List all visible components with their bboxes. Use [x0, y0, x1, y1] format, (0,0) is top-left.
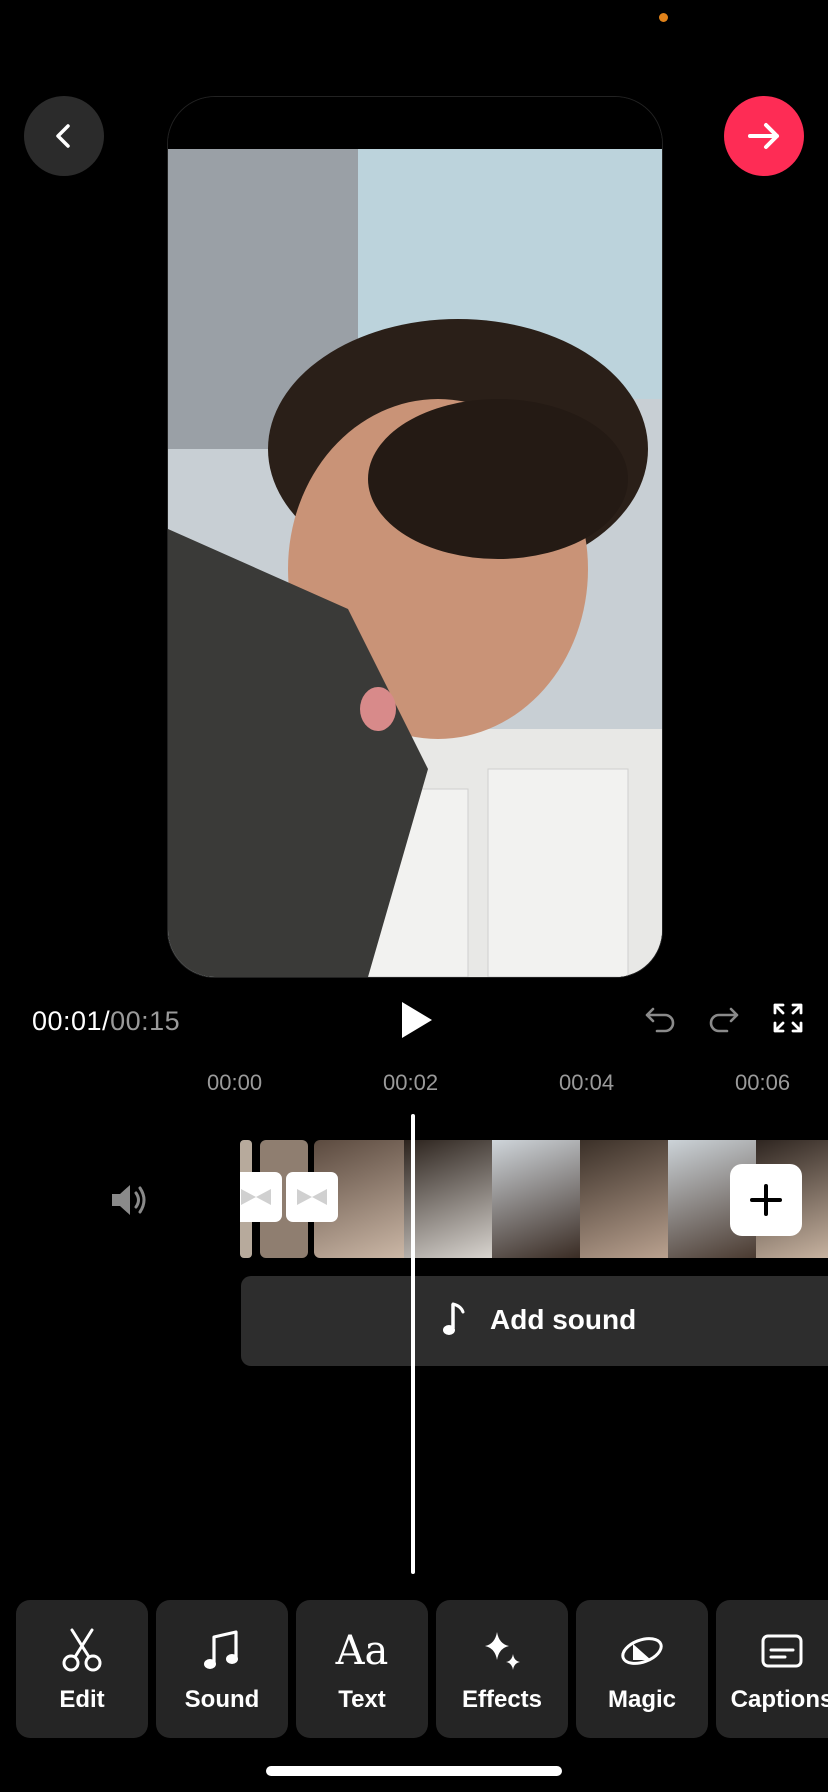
ruler-tick: 00:04 [559, 1070, 615, 1095]
tool-edit[interactable]: Edit [16, 1600, 148, 1738]
video-preview[interactable] [167, 96, 663, 978]
plus-icon [750, 1184, 782, 1216]
undo-button[interactable] [640, 998, 680, 1038]
sparkles-icon [485, 1632, 520, 1670]
ruler-tick: 00:00 [207, 1070, 263, 1095]
add-clip-button[interactable] [730, 1164, 802, 1236]
tool-label: Magic [607, 1686, 676, 1713]
status-indicator-dot [659, 13, 668, 22]
fullscreen-button[interactable] [768, 998, 808, 1038]
undo-icon [645, 1007, 675, 1033]
current-time: 00:01 [32, 1006, 103, 1036]
tool-label: Text [338, 1686, 386, 1713]
fullscreen-icon [773, 1003, 803, 1033]
add-sound-label: Add sound [490, 1304, 637, 1335]
clip-thumbnail [580, 1140, 668, 1258]
tool-label: Sound [184, 1686, 260, 1713]
tool-captions[interactable]: Captions [716, 1600, 828, 1738]
play-button[interactable] [396, 998, 436, 1042]
ruler-tick: 00:02 [383, 1070, 439, 1095]
redo-button[interactable] [704, 998, 744, 1038]
music-note-icon [443, 1302, 465, 1335]
bowtie-icon [297, 1189, 327, 1205]
tool-text[interactable]: Aa Text [296, 1600, 428, 1738]
text-aa-icon: Aa [335, 1628, 389, 1674]
edit-toolbar: Edit Sound Aa Text Effects Magic Caption… [0, 1600, 828, 1740]
total-time: 00:15 [110, 1006, 181, 1036]
tool-sound[interactable]: Sound [156, 1600, 288, 1738]
playhead[interactable] [411, 1114, 415, 1574]
time-separator: / [102, 1006, 111, 1036]
tool-label: Effects [461, 1686, 543, 1713]
play-icon [402, 1002, 432, 1038]
tool-label: Edit [59, 1686, 105, 1713]
chevron-left-icon [56, 124, 70, 148]
tool-label: Captions [730, 1686, 828, 1713]
tool-magic[interactable]: Magic [576, 1600, 708, 1738]
speaker-icon [112, 1185, 146, 1215]
clip-thumbnail [492, 1140, 580, 1258]
bowtie-icon [241, 1189, 271, 1205]
transition-button[interactable] [286, 1172, 338, 1222]
clip-volume-button[interactable] [108, 1180, 150, 1225]
scissors-icon [62, 1628, 102, 1672]
tool-effects[interactable]: Effects [436, 1600, 568, 1738]
timecode: 00:01/00:15 [32, 1006, 180, 1037]
music-note-icon [204, 1630, 238, 1669]
ruler-tick: 00:06 [735, 1070, 791, 1095]
transition-button[interactable] [240, 1172, 282, 1222]
video-frame [168, 149, 662, 977]
home-indicator[interactable] [266, 1766, 562, 1776]
preview-letterbox [168, 97, 662, 149]
video-frame-image [168, 149, 662, 977]
arrow-right-icon [748, 123, 779, 149]
magic-icon [621, 1637, 663, 1665]
redo-icon [709, 1007, 739, 1033]
clip-thumbnail [404, 1140, 492, 1258]
back-button[interactable] [24, 96, 104, 176]
next-button[interactable] [724, 96, 804, 176]
add-sound-button[interactable]: Add sound [241, 1276, 828, 1366]
captions-icon [761, 1634, 803, 1668]
